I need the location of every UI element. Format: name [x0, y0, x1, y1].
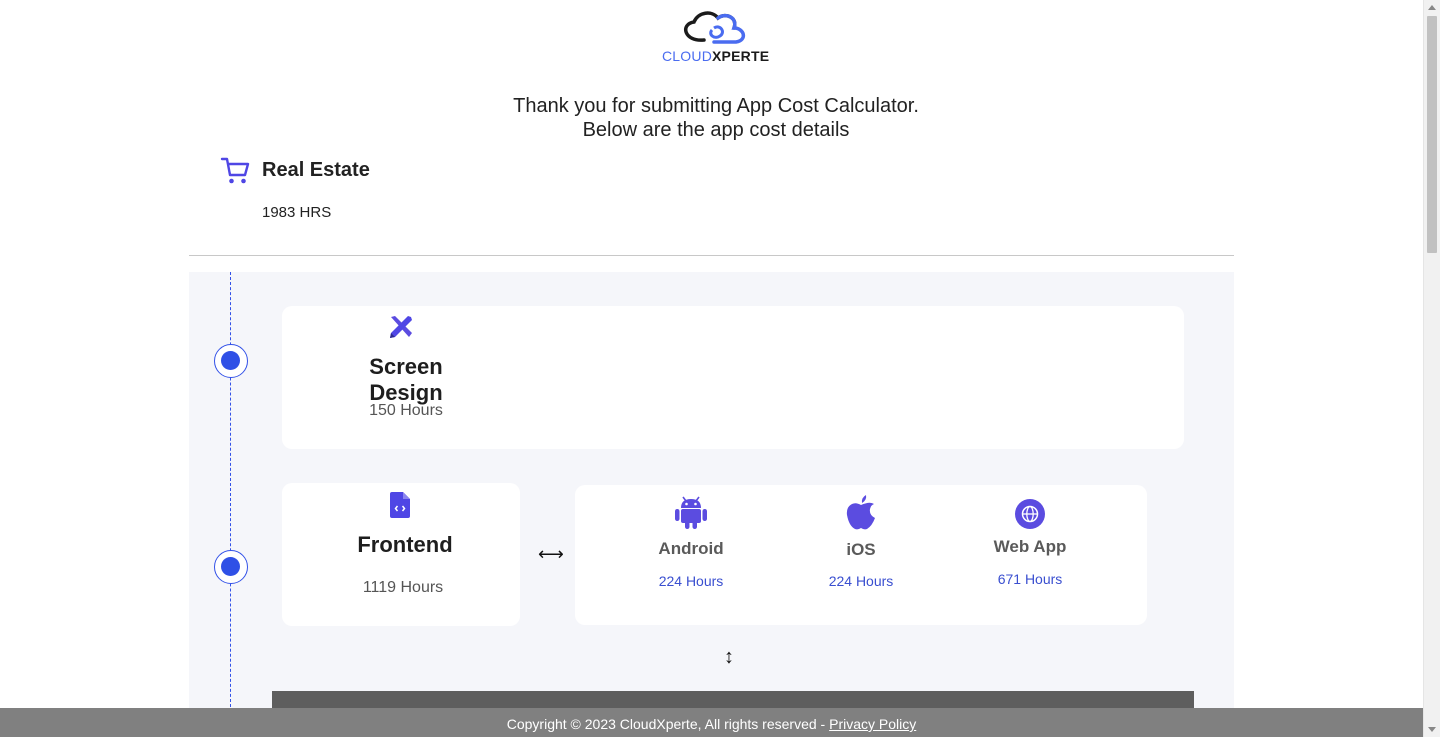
total-hours: 1983 HRS	[262, 204, 332, 221]
screen-design-hours: 150 Hours	[369, 402, 443, 419]
timeline-dot-screen-design	[214, 344, 248, 378]
vertical-scrollbar[interactable]	[1423, 0, 1440, 737]
thank-you-line2: Below are the app cost details	[582, 119, 850, 141]
scroll-down-arrow-icon[interactable]	[1428, 727, 1436, 732]
android-icon	[675, 496, 707, 529]
thank-you-message: Thank you for submitting App Cost Calcul…	[0, 94, 1432, 142]
globe-icon	[1015, 499, 1045, 529]
frontend-hours: 1119 Hours	[362, 579, 444, 596]
timeline-line	[230, 272, 231, 712]
thank-you-line1: Thank you for submitting App Cost Calcul…	[513, 95, 919, 117]
app-category: Real Estate	[220, 155, 370, 185]
timeline-dot-frontend	[214, 550, 248, 584]
app-category-name: Real Estate	[262, 158, 370, 181]
footer-copyright: Copyright © 2023 CloudXperte, All rights…	[506, 716, 830, 732]
platform-android: Android 224 Hours	[631, 495, 751, 589]
design-tools-icon	[390, 316, 412, 338]
screen-design-card: Screen Design 150 Hours	[282, 306, 1184, 449]
vertical-connector-arrow: ↕	[724, 646, 734, 668]
platform-web-app: Web App 671 Hours	[970, 499, 1090, 587]
brand-wordmark: CLOUDXPERTE	[662, 48, 769, 64]
cloud-logo-icon	[684, 11, 746, 44]
brand-name-part2: XPERTE	[712, 48, 770, 64]
scroll-up-arrow-icon[interactable]	[1428, 5, 1436, 10]
platforms-card: Android 224 Hours iOS 224 Hours Web App …	[575, 485, 1147, 625]
frontend-title: Frontend	[357, 532, 453, 557]
platform-ios: iOS 224 Hours	[801, 494, 921, 589]
brand-name-part1: CLOUD	[662, 48, 713, 64]
platform-android-hours: 224 Hours	[658, 573, 724, 589]
footer: Copyright © 2023 CloudXperte, All rights…	[0, 708, 1423, 737]
platform-ios-hours: 224 Hours	[828, 573, 894, 589]
brand-logo[interactable]: CLOUDXPERTE	[660, 10, 769, 64]
horizontal-connector-arrow: ⟷	[538, 544, 564, 564]
platform-web-app-hours: 671 Hours	[997, 571, 1063, 587]
platform-web-app-name: Web App	[993, 537, 1067, 556]
apple-icon	[846, 495, 875, 530]
privacy-policy-link[interactable]: Privacy Policy	[829, 716, 916, 732]
code-file-icon	[390, 492, 410, 518]
frontend-card: Frontend 1119 Hours	[282, 483, 520, 626]
scrollbar-thumb[interactable]	[1427, 16, 1437, 253]
platform-android-name: Android	[658, 539, 724, 558]
platform-ios-name: iOS	[846, 540, 876, 559]
cart-icon	[220, 157, 250, 184]
screen-design-title: Screen Design	[369, 354, 443, 405]
section-divider	[189, 255, 1234, 256]
